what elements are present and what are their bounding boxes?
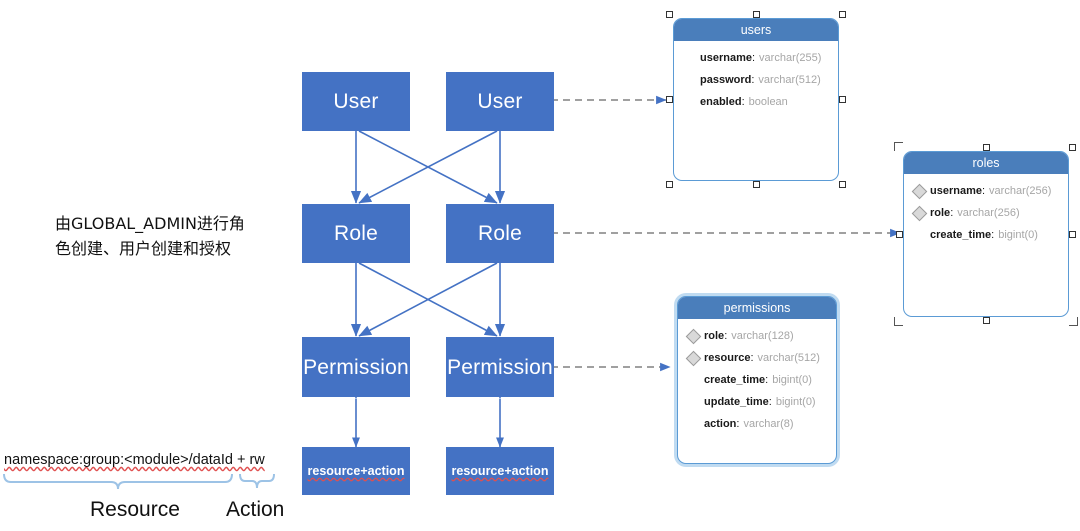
resize-handle-e[interactable] xyxy=(839,96,846,103)
user-box-2-label: User xyxy=(477,90,523,113)
user-box-2[interactable]: User xyxy=(446,72,554,131)
table-row: password: varchar(512) xyxy=(674,69,838,91)
resize-handle-sw[interactable] xyxy=(666,181,673,188)
legend-braces xyxy=(3,473,275,490)
resource-action-box-1-label: resource+action xyxy=(307,463,405,478)
field-name: role xyxy=(704,330,725,342)
db-table-roles-title: roles xyxy=(904,152,1068,174)
field-type: bigint(0) xyxy=(772,374,812,386)
field-type: varchar(255) xyxy=(759,52,822,64)
crop-mark-se[interactable] xyxy=(1069,317,1078,326)
db-table-roles[interactable]: roles username: varchar(256) role: varch… xyxy=(894,142,1078,326)
resource-brace xyxy=(3,473,233,490)
db-table-permissions-frame: permissions role: varchar(128) resource:… xyxy=(677,296,837,464)
table-row: create_time: bigint(0) xyxy=(678,369,836,391)
field-name: resource xyxy=(704,352,751,364)
field-type: varchar(8) xyxy=(743,418,794,430)
resource-expression: namespace:group:<module>/dataId + rw xyxy=(4,452,265,468)
key-icon xyxy=(685,328,702,344)
field-type: varchar(512) xyxy=(758,74,821,86)
resize-handle-w[interactable] xyxy=(666,96,673,103)
admin-note-line-2: 色创建、用户创建和授权 xyxy=(55,238,232,258)
table-row: username: varchar(256) xyxy=(904,180,1068,202)
db-table-users-title: users xyxy=(674,19,838,41)
table-row: create_time: bigint(0) xyxy=(904,224,1068,246)
role-box-1-label: Role xyxy=(334,222,378,245)
key-icon xyxy=(911,205,928,221)
role-box-2-label: Role xyxy=(478,222,522,245)
field-type: bigint(0) xyxy=(998,229,1038,241)
db-table-roles-fields: username: varchar(256) role: varchar(256… xyxy=(904,174,1068,246)
db-table-permissions-title: permissions xyxy=(678,297,836,319)
db-table-users-fields: username: varchar(255) password: varchar… xyxy=(674,41,838,113)
field-name: password xyxy=(700,74,752,86)
field-type: varchar(256) xyxy=(957,207,1020,219)
field-type: boolean xyxy=(748,96,788,108)
resize-handle-ne[interactable] xyxy=(839,11,846,18)
field-type: varchar(256) xyxy=(989,185,1052,197)
db-table-roles-frame: roles username: varchar(256) role: varch… xyxy=(903,151,1069,317)
db-table-permissions-fields: role: varchar(128) resource: varchar(512… xyxy=(678,319,836,435)
table-row: enabled: boolean xyxy=(674,91,838,113)
resize-handle-s[interactable] xyxy=(983,317,990,324)
role-box-2[interactable]: Role xyxy=(446,204,554,263)
field-type: varchar(128) xyxy=(731,330,794,342)
table-row: role: varchar(256) xyxy=(904,202,1068,224)
key-icon xyxy=(685,350,702,366)
db-table-users[interactable]: users username: varchar(255) password: v… xyxy=(666,11,846,188)
resize-handle-w[interactable] xyxy=(896,231,903,238)
diagram-canvas: 由GLOBAL_ADMIN进行角 色创建、用户创建和授权 User Role P… xyxy=(0,0,1080,531)
user-box-1[interactable]: User xyxy=(302,72,410,131)
user-box-1-label: User xyxy=(333,90,379,113)
key-icon xyxy=(682,94,698,110)
permission-box-1-label: Permission xyxy=(303,355,409,379)
field-name: enabled xyxy=(700,96,742,108)
resize-handle-nw[interactable] xyxy=(666,11,673,18)
action-brace-label: Action xyxy=(226,498,285,521)
permission-box-2-label: Permission xyxy=(447,355,553,379)
key-icon xyxy=(682,72,698,88)
table-row: username: varchar(255) xyxy=(674,47,838,69)
key-icon xyxy=(686,394,702,410)
key-icon xyxy=(686,372,702,388)
role-box-1[interactable]: Role xyxy=(302,204,410,263)
db-table-permissions[interactable]: permissions role: varchar(128) resource:… xyxy=(677,296,837,464)
table-row: action: varchar(8) xyxy=(678,413,836,435)
resize-handle-ne[interactable] xyxy=(1069,144,1076,151)
resize-handle-se[interactable] xyxy=(839,181,846,188)
admin-note: 由GLOBAL_ADMIN进行角 色创建、用户创建和授权 xyxy=(55,212,285,262)
resource-brace-label: Resource xyxy=(90,498,180,521)
action-brace xyxy=(239,473,275,489)
key-icon xyxy=(686,416,702,432)
resource-action-box-2-label: resource+action xyxy=(451,463,549,478)
resource-expression-prefix: namespace:group:<module>/dataId + rw xyxy=(4,452,265,468)
key-icon xyxy=(682,50,698,66)
field-name: username xyxy=(700,52,752,64)
field-name: role xyxy=(930,207,951,219)
field-name: update_time xyxy=(704,396,769,408)
admin-note-line-1: 由GLOBAL_ADMIN进行角 xyxy=(55,214,245,233)
crop-mark-sw[interactable] xyxy=(894,317,903,326)
table-row: role: varchar(128) xyxy=(678,325,836,347)
field-name: create_time xyxy=(930,229,992,241)
key-icon xyxy=(912,227,928,243)
resize-handle-n[interactable] xyxy=(753,11,760,18)
field-type: varchar(512) xyxy=(757,352,820,364)
resize-handle-n[interactable] xyxy=(983,144,990,151)
field-type: bigint(0) xyxy=(775,396,816,408)
resize-handle-s[interactable] xyxy=(753,181,760,188)
db-table-users-frame: users username: varchar(255) password: v… xyxy=(673,18,839,181)
field-name: username xyxy=(930,185,982,197)
permission-box-1[interactable]: Permission xyxy=(302,337,410,397)
resize-handle-e[interactable] xyxy=(1069,231,1076,238)
field-name: create_time xyxy=(704,374,766,386)
crop-mark-nw[interactable] xyxy=(894,142,903,151)
resource-action-box-1[interactable]: resource+action xyxy=(302,447,410,495)
key-icon xyxy=(911,183,928,199)
table-row: resource: varchar(512) xyxy=(678,347,836,369)
table-row: update_time: bigint(0) xyxy=(678,391,836,413)
permission-box-2[interactable]: Permission xyxy=(446,337,554,397)
field-name: action xyxy=(704,418,737,430)
resource-action-box-2[interactable]: resource+action xyxy=(446,447,554,495)
